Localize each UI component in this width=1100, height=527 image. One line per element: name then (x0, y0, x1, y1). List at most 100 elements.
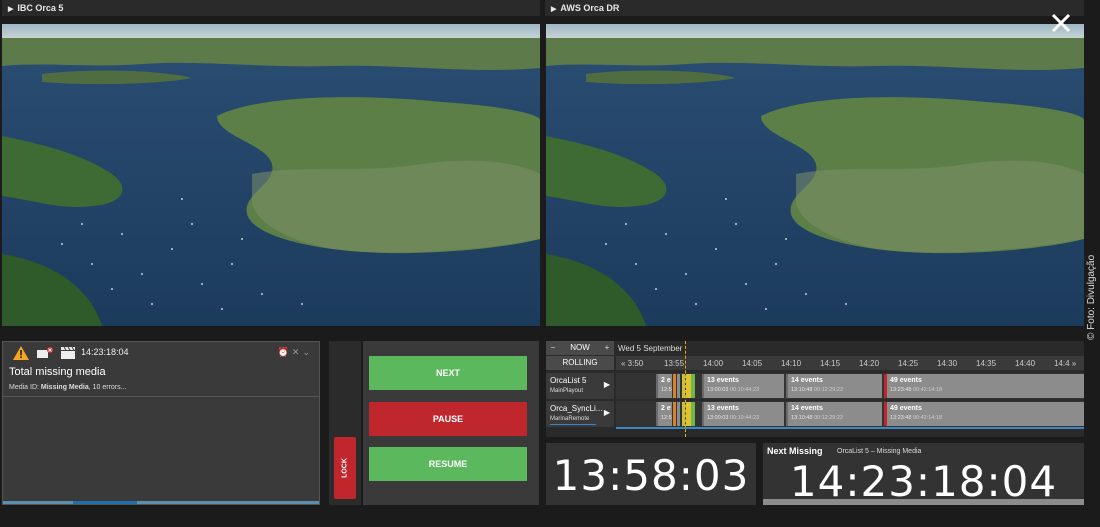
event-start: 13:00:03 (707, 387, 729, 393)
tick-label: 14:05 (742, 359, 763, 368)
event-time: 13:23:48 00:42:14:18 (890, 415, 942, 421)
alert-header: 14:23:18:04 ⏰✕⌄ (3, 342, 319, 364)
event-title: 13 events (707, 377, 739, 384)
event-block[interactable]: 13 events 13:00:03 00:10:44:23 (702, 402, 784, 426)
resume-button[interactable]: RESUME (369, 447, 527, 481)
event-block[interactable]: 2 e 12:5 (656, 402, 672, 426)
channel-subname: MainPlayout (550, 388, 584, 394)
event-duration: 00:42:14:18 (912, 415, 943, 421)
event-block[interactable]: 14 events 13:10:48 00:12:29:22 (786, 402, 882, 426)
event-duration: 00:10:44:23 (729, 415, 760, 421)
event-time: 12:5 (661, 415, 672, 421)
alert-title: Total missing media (9, 366, 106, 378)
tick-label: 14:10 (781, 359, 802, 368)
event-title: 49 events (890, 377, 922, 384)
tick-label: 14:30 (937, 359, 958, 368)
alert-actions: ⏰✕⌄ (278, 347, 313, 358)
channel-row-label[interactable]: Orca_SyncLi... MarinaRemote ▶ (546, 401, 614, 427)
timeline-panel: − NOW + Wed 5 September ROLLING « 3:50 1… (546, 341, 1084, 437)
expand-triangle-icon[interactable]: ▶ (8, 6, 13, 13)
timeline-scroll-indicator[interactable] (616, 427, 1084, 429)
event-marker[interactable] (677, 402, 680, 426)
chevron-down-icon[interactable]: ⌄ (302, 347, 313, 357)
event-start: 13:10:48 (791, 387, 813, 393)
event-title: 2 e (661, 377, 671, 384)
event-block[interactable]: 13 events 13:00:03 00:10:44:23 (702, 374, 784, 398)
lock-label: LOCK (341, 458, 349, 478)
channel-subname: MarinaRemote (550, 416, 590, 422)
current-time-clock: 13:58:03 (546, 443, 756, 505)
timeline-ruler[interactable]: « 3:50 13:55 14:00 14:05 14:10 14:15 14:… (616, 356, 1084, 370)
current-time: 13:58:03 (552, 451, 750, 500)
zoom-out-button[interactable]: − (548, 341, 558, 355)
channel-name: OrcaList 5 (550, 376, 587, 385)
event-duration: 00:10:44:23 (729, 387, 760, 393)
alert-progress-fill (73, 501, 137, 504)
event-duration: 00:12:29:22 (813, 415, 844, 421)
lock-button[interactable]: LOCK (334, 437, 356, 499)
event-block[interactable]: 2 e 12:5 (656, 374, 672, 398)
channel-lane: 2 e 12:5 13 events 13:00:03 00:10:44:23 … (616, 401, 1084, 427)
event-title: 14 events (791, 405, 823, 412)
left-pane-title: IBC Orca 5 (17, 3, 64, 13)
event-marker[interactable] (673, 402, 676, 426)
now-button[interactable]: NOW (570, 343, 590, 352)
channel-row-label[interactable]: OrcaList 5 MainPlayout ▶ (546, 373, 614, 399)
event-time: 12:5 (661, 387, 672, 393)
app-root: ▶ IBC Orca 5 ▶ AWS Orca DR © Foto: Divul… (0, 0, 1100, 527)
event-start: 13:23:48 (890, 415, 912, 421)
play-icon[interactable]: ▶ (604, 408, 610, 417)
photo-credit: © Foto: Divulgação (1086, 254, 1097, 340)
pause-button[interactable]: PAUSE (369, 402, 527, 436)
event-title: 49 events (890, 405, 922, 412)
dismiss-icon[interactable]: ✕ (292, 347, 303, 357)
event-title: 13 events (707, 405, 739, 412)
event-marker[interactable] (673, 374, 676, 398)
event-marker[interactable] (677, 374, 680, 398)
event-block[interactable]: 49 events 13:23:48 00:42:14:18 (884, 374, 1084, 398)
close-icon[interactable] (1048, 10, 1074, 36)
now-playhead-line (685, 341, 686, 437)
tick-label: 13:55 (664, 359, 685, 368)
alert-subtitle-suffix: , 10 errors... (88, 384, 127, 391)
alert-subtitle-media: Missing Media (40, 384, 89, 391)
event-duration: 00:12:29:22 (813, 387, 844, 393)
event-time: 13:10:48 00:12:29:22 (791, 415, 843, 421)
now-control: − NOW + (546, 341, 614, 355)
zoom-in-button[interactable]: + (602, 341, 612, 355)
event-start: 13:00:03 (707, 415, 729, 421)
event-marker[interactable] (691, 374, 695, 398)
event-time: 13:00:03 00:10:44:23 (707, 415, 759, 421)
event-start: 13:10:48 (791, 415, 813, 421)
alarm-icon[interactable]: ⏰ (278, 347, 292, 357)
harbor-scene-image (2, 24, 540, 326)
tick-label: 14:40 (1015, 359, 1036, 368)
tick-label: 14:00 (703, 359, 724, 368)
alert-divider (3, 396, 319, 397)
event-title: 14 events (791, 377, 823, 384)
media-error-icon (37, 347, 53, 358)
right-video-preview[interactable] (546, 24, 1084, 326)
harbor-scene-image (546, 24, 1084, 326)
event-block[interactable]: 49 events 13:23:48 00:42:14:18 (884, 402, 1084, 426)
rolling-button[interactable]: ROLLING (546, 356, 614, 370)
event-time: 13:00:03 00:10:44:23 (707, 387, 759, 393)
tick-label[interactable]: « 3:50 (621, 359, 643, 368)
tick-label[interactable]: 14:4 » (1054, 359, 1076, 368)
left-video-preview[interactable] (2, 24, 540, 326)
play-icon[interactable]: ▶ (604, 380, 610, 389)
event-marker[interactable] (691, 402, 695, 426)
event-block[interactable]: 14 events 13:10:48 00:12:29:22 (786, 374, 882, 398)
event-time: 13:10:48 00:12:29:22 (791, 387, 843, 393)
event-duration: 00:42:14:18 (912, 387, 943, 393)
tick-label: 14:20 (859, 359, 880, 368)
channel-lane: 2 e 12:5 13 events 13:00:03 00:10:44:23 … (616, 373, 1084, 399)
next-missing-clock: Next Missing OrcaList 5 – Missing Media … (763, 443, 1084, 506)
next-button[interactable]: NEXT (369, 356, 527, 390)
event-start: 13:23:48 (890, 387, 912, 393)
expand-triangle-icon[interactable]: ▶ (551, 6, 556, 13)
event-time: 13:23:48 00:42:14:18 (890, 387, 942, 393)
next-missing-progress (763, 499, 1084, 505)
alert-timestamp: 14:23:18:04 (81, 347, 129, 357)
next-missing-detail: OrcaList 5 – Missing Media (837, 448, 922, 455)
